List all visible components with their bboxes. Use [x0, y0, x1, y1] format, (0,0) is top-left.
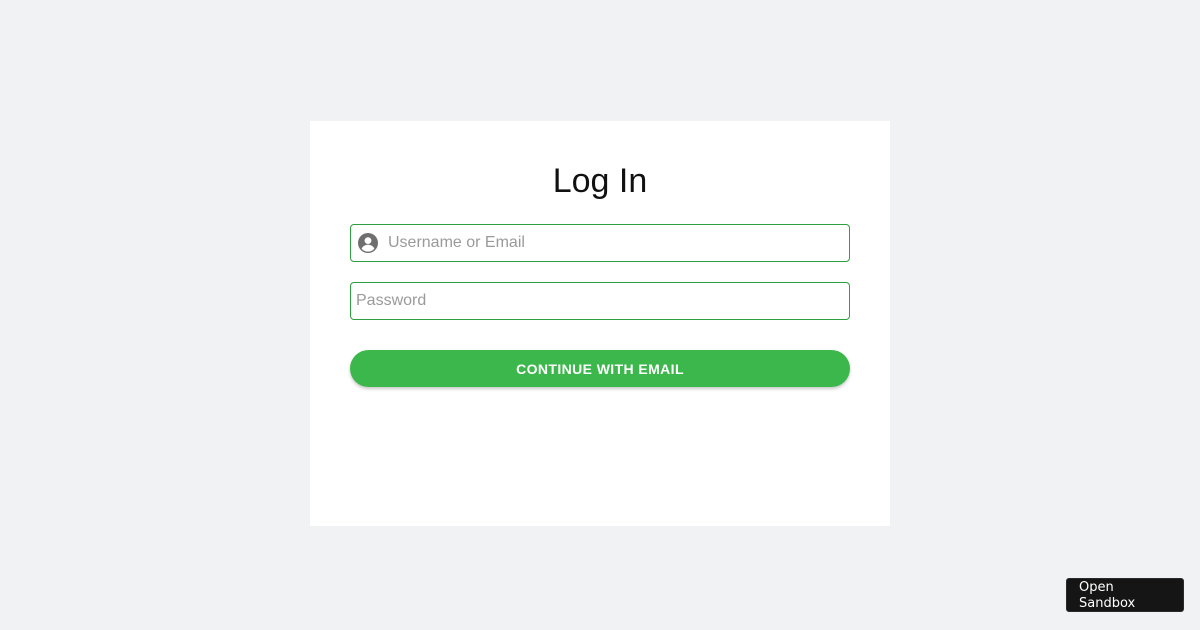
username-field[interactable] — [350, 224, 850, 262]
page-title: Log In — [552, 162, 648, 200]
password-field[interactable] — [350, 282, 850, 320]
account-circle-icon — [358, 233, 378, 253]
page: Log In CONTINUE WITH EMAIL Open Sandbox — [0, 0, 1200, 630]
username-input[interactable] — [388, 225, 849, 261]
open-sandbox-button[interactable]: Open Sandbox — [1066, 578, 1184, 612]
password-input[interactable] — [351, 283, 849, 319]
continue-with-email-button[interactable]: CONTINUE WITH EMAIL — [350, 350, 850, 387]
login-card: Log In CONTINUE WITH EMAIL — [310, 121, 890, 526]
